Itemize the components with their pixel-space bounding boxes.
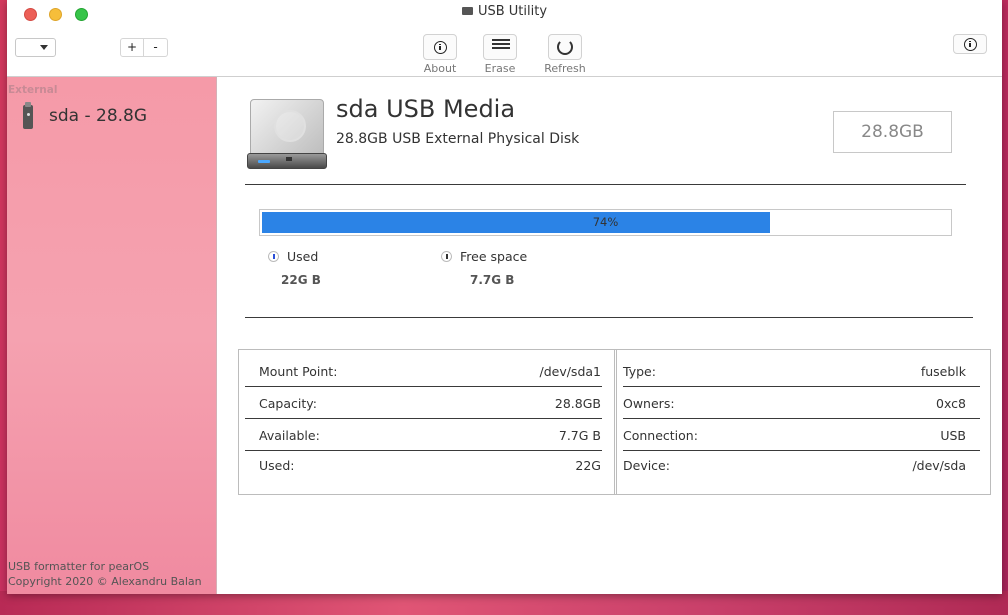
free-space-label: Free space <box>460 249 528 264</box>
info-icon <box>963 37 977 51</box>
footer-app-description: USB formatter for pearOS <box>8 560 150 573</box>
detail-value: /dev/sda1 <box>539 364 601 379</box>
detail-key: Mount Point: <box>259 364 338 379</box>
detail-key: Type: <box>623 364 656 379</box>
detail-value: /dev/sda <box>912 458 966 473</box>
disk-name: sda USB Media <box>336 95 516 123</box>
detail-key: Available: <box>259 428 320 443</box>
details-left-column: Mount Point: /dev/sda1 Capacity: 28.8GB … <box>239 350 615 494</box>
usb-drive-icon <box>23 102 33 129</box>
main-panel: sda USB Media 28.8GB USB External Physic… <box>218 77 1002 594</box>
detail-value: 22G <box>575 458 601 473</box>
sidebar-item-sda[interactable]: sda - 28.8G <box>21 102 211 132</box>
detail-row-type: Type: fuseblk <box>617 350 990 387</box>
about-label: About <box>423 62 457 75</box>
detail-value: USB <box>940 428 966 443</box>
hard-disk-icon <box>246 99 328 171</box>
used-label: Used <box>287 249 319 264</box>
detail-key: Owners: <box>623 396 675 411</box>
window-title-text: USB Utility <box>477 4 548 19</box>
divider <box>245 317 973 318</box>
window-title: USB Utility <box>7 4 1002 19</box>
about-button[interactable]: About <box>418 34 462 75</box>
info-button[interactable] <box>953 34 987 54</box>
detail-key: Used: <box>259 458 295 473</box>
erase-button[interactable]: Erase <box>478 34 522 75</box>
drive-icon <box>461 7 473 15</box>
info-icon <box>433 40 447 54</box>
erase-label: Erase <box>484 62 516 75</box>
detail-row-used: Used: 22G <box>239 444 614 476</box>
used-value: 22G B <box>281 273 321 287</box>
sidebar-item-label: sda - 28.8G <box>49 106 148 126</box>
free-space-value: 7.7G B <box>470 273 515 287</box>
sidebar-footer: USB formatter for pearOS Copyright 2020 … <box>8 559 202 589</box>
chevron-down-icon <box>40 45 48 50</box>
app-window: USB Utility + - About Erase Refresh Exte… <box>7 0 1002 594</box>
detail-key: Device: <box>623 458 670 473</box>
sidebar: External sda - 28.8G USB formatter for p… <box>7 77 217 594</box>
disk-description: 28.8GB USB External Physical Disk <box>336 131 580 147</box>
remove-button[interactable]: - <box>144 38 168 57</box>
detail-row-device: Device: /dev/sda <box>617 444 990 476</box>
detail-value: 0xc8 <box>936 396 966 411</box>
usage-progress-bar: 74% <box>259 209 952 236</box>
details-right-column: Type: fuseblk Owners: 0xc8 Connection: U… <box>616 350 990 494</box>
sidebar-section-title: External <box>8 84 58 96</box>
refresh-icon <box>557 39 573 55</box>
footer-copyright: Copyright 2020 © Alexandru Balan <box>8 575 202 588</box>
detail-row-available: Available: 7.7G B <box>239 414 614 451</box>
free-indicator-icon <box>441 251 452 262</box>
detail-key: Capacity: <box>259 396 317 411</box>
view-dropdown[interactable] <box>15 38 56 57</box>
add-button[interactable]: + <box>120 38 144 57</box>
detail-value: fuseblk <box>920 364 966 379</box>
detail-row-mount-point: Mount Point: /dev/sda1 <box>239 350 614 387</box>
refresh-label: Refresh <box>544 62 586 75</box>
usage-percent-label: 74% <box>592 215 619 229</box>
refresh-button[interactable]: Refresh <box>543 34 587 75</box>
used-indicator-icon <box>268 251 279 262</box>
detail-row-owners: Owners: 0xc8 <box>617 382 990 419</box>
desktop-wallpaper <box>0 591 1008 615</box>
divider <box>245 184 966 185</box>
erase-icon <box>492 39 510 55</box>
detail-value: 28.8GB <box>554 396 601 411</box>
titlebar-toolbar: USB Utility + - About Erase Refresh <box>7 0 1002 77</box>
disk-details-table: Mount Point: /dev/sda1 Capacity: 28.8GB … <box>238 349 991 495</box>
detail-row-connection: Connection: USB <box>617 414 990 451</box>
detail-key: Connection: <box>623 428 698 443</box>
capacity-badge: 28.8GB <box>833 111 952 153</box>
detail-value: 7.7G B <box>558 428 601 443</box>
detail-row-capacity: Capacity: 28.8GB <box>239 382 614 419</box>
